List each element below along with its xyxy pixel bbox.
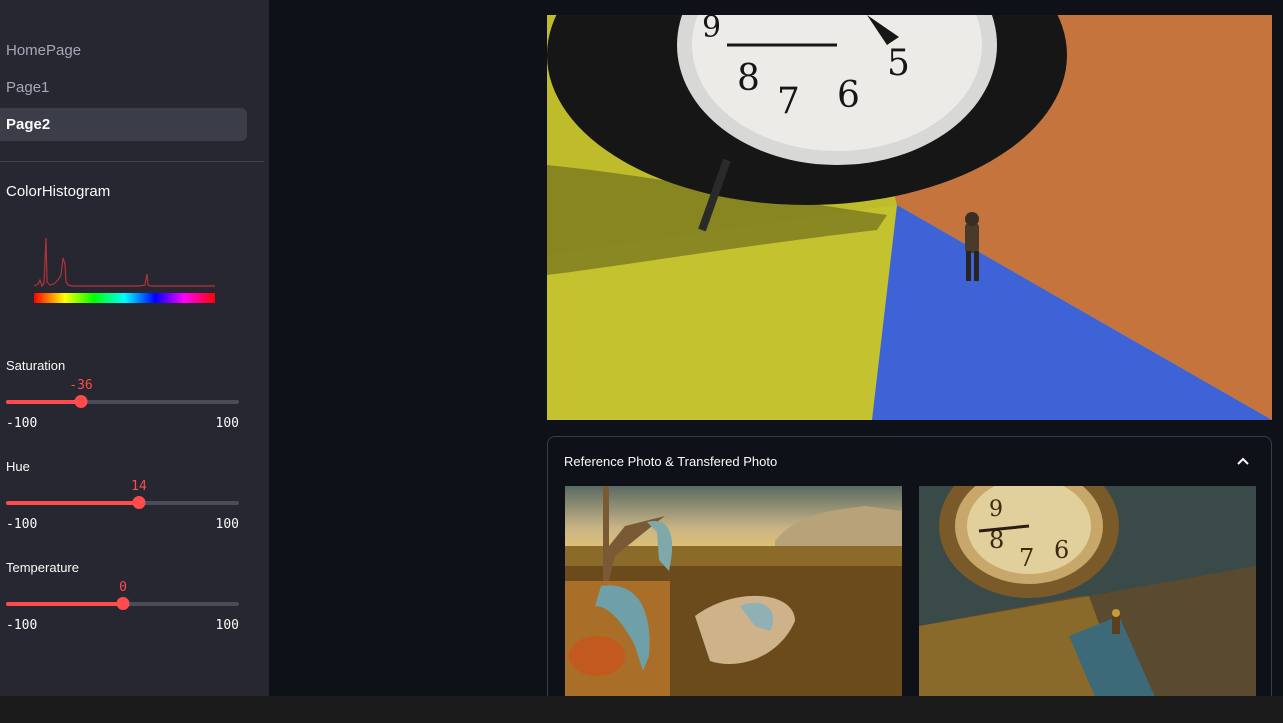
reference-photo xyxy=(565,486,902,706)
temperature-label: Temperature xyxy=(6,560,79,575)
histogram-title: ColorHistogram xyxy=(6,183,111,200)
expander-title: Reference Photo & Transfered Photo xyxy=(564,454,778,469)
saturation-value: -36 xyxy=(69,378,93,393)
edited-photo: 8 7 6 5 9 xyxy=(547,15,1272,420)
histogram-line xyxy=(33,237,215,288)
svg-text:7: 7 xyxy=(1019,544,1034,572)
svg-text:9: 9 xyxy=(702,15,721,45)
transferred-photo: 8 7 6 9 xyxy=(919,486,1256,706)
svg-text:6: 6 xyxy=(837,75,860,116)
temperature-min: -100 xyxy=(6,618,38,633)
svg-text:8: 8 xyxy=(737,58,760,99)
sidebar-nav: HomePage Page1 Page2 xyxy=(0,34,247,145)
temperature-thumb[interactable] xyxy=(116,597,130,610)
temperature-max: 100 xyxy=(215,618,239,633)
hue-spectrum-bar xyxy=(34,293,215,303)
temperature-value: 0 xyxy=(119,580,127,595)
nav-item-page2[interactable]: Page2 xyxy=(0,108,247,141)
hue-max: 100 xyxy=(215,517,239,532)
hue-value: 14 xyxy=(131,479,147,494)
reference-expander: Reference Photo & Transfered Photo 8 7 6… xyxy=(547,436,1272,716)
chevron-up-icon[interactable] xyxy=(1235,454,1251,470)
hue-thumb[interactable] xyxy=(132,496,146,509)
saturation-track[interactable] xyxy=(6,395,239,408)
svg-text:7: 7 xyxy=(777,81,800,122)
nav-item-page1[interactable]: Page1 xyxy=(0,71,247,104)
hue-fill xyxy=(6,501,139,505)
temperature-track[interactable] xyxy=(6,597,239,610)
hue-min: -100 xyxy=(6,517,38,532)
hue-label: Hue xyxy=(6,459,30,474)
sidebar: HomePage Page1 Page2 ColorHistogram Satu… xyxy=(0,0,269,696)
temperature-fill xyxy=(6,602,123,606)
color-histogram xyxy=(33,237,215,303)
svg-text:6: 6 xyxy=(1054,536,1069,564)
saturation-fill xyxy=(6,400,81,404)
sidebar-divider xyxy=(0,161,264,162)
bottom-band xyxy=(0,696,1283,723)
svg-text:5: 5 xyxy=(887,43,910,84)
saturation-min: -100 xyxy=(6,416,38,431)
saturation-max: 100 xyxy=(215,416,239,431)
svg-text:9: 9 xyxy=(989,497,1003,522)
app: HomePage Page1 Page2 ColorHistogram Satu… xyxy=(0,0,1283,723)
saturation-thumb[interactable] xyxy=(74,395,88,408)
saturation-label: Saturation xyxy=(6,358,66,373)
hue-track[interactable] xyxy=(6,496,239,509)
nav-item-homepage[interactable]: HomePage xyxy=(0,34,247,67)
